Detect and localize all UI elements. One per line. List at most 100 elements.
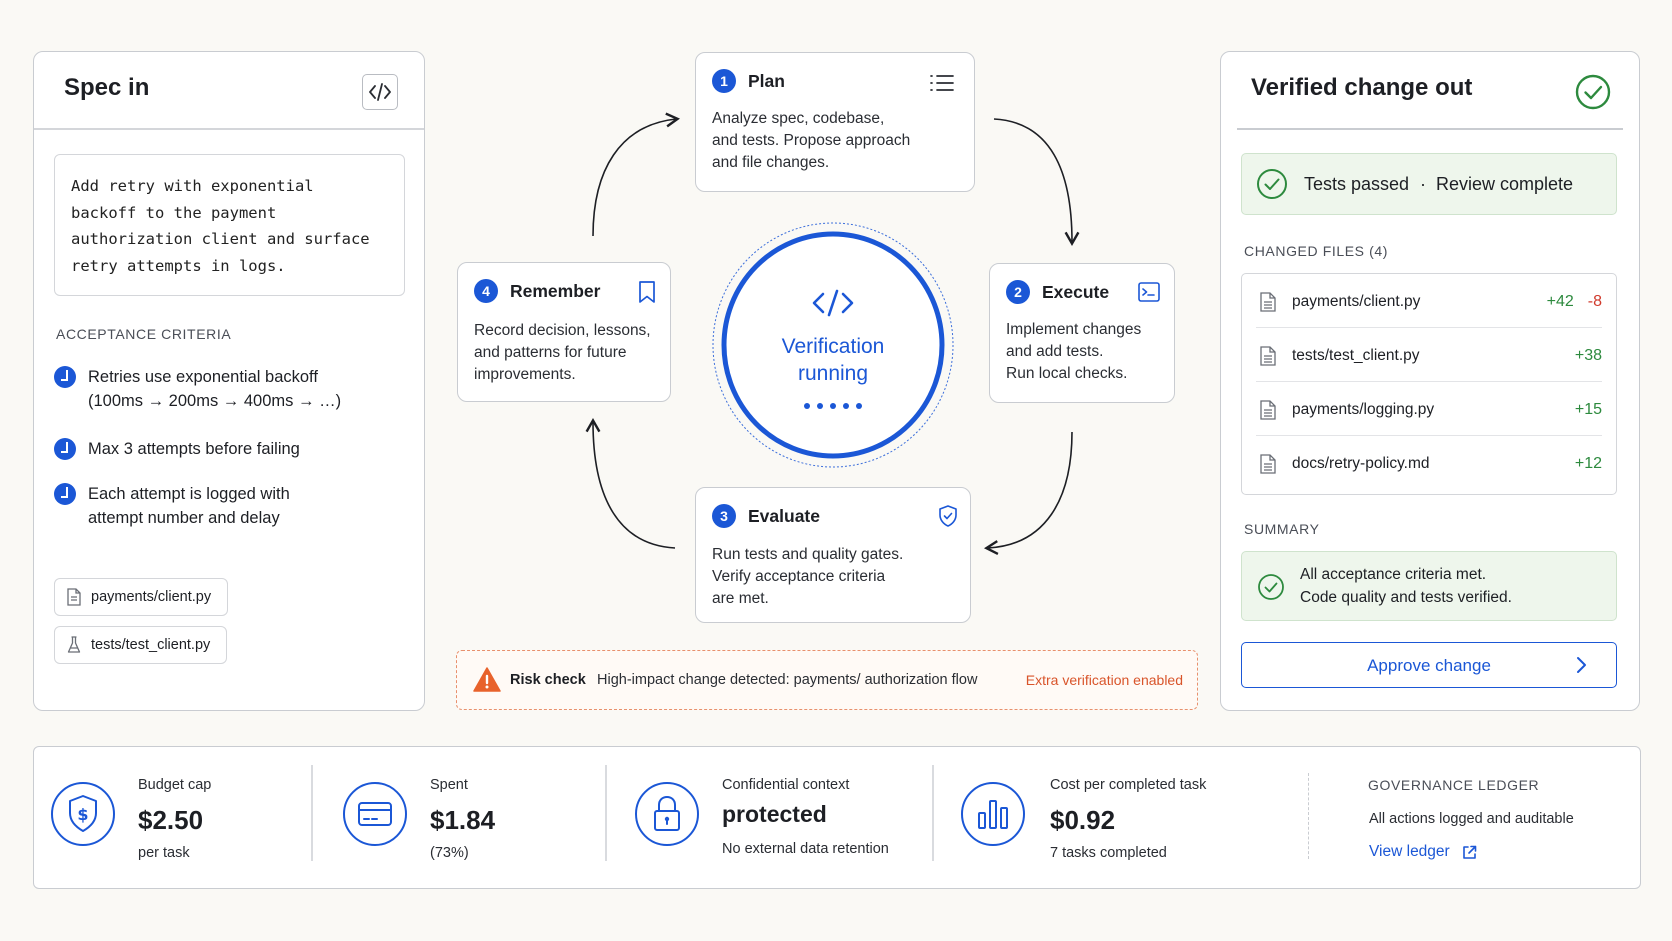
file-row[interactable]: payments/logging.py +15 (1256, 384, 1602, 436)
summary-heading: SUMMARY (1244, 521, 1320, 537)
arrow-remember-to-plan (592, 112, 680, 237)
file-name: payments/client.py (1292, 292, 1421, 310)
svg-text:$: $ (77, 805, 88, 824)
file-icon (1260, 291, 1276, 312)
view-ledger-label: View ledger (1369, 843, 1450, 860)
file-chip-label: tests/test_client.py (91, 637, 211, 653)
arrow-evaluate-to-remember (585, 417, 676, 549)
view-ledger-link[interactable]: View ledger (1369, 843, 1477, 861)
confidential-value: protected (722, 801, 827, 827)
confidential-label: Confidential context (722, 777, 850, 793)
shield-dollar-icon: $ (51, 782, 115, 846)
shield-check-icon (939, 505, 957, 527)
step-number: 3 (712, 504, 736, 528)
file-name: tests/test_client.py (1292, 346, 1420, 364)
cost-sub: 7 tasks completed (1050, 845, 1167, 861)
criterion-item: Max 3 attempts before failing (54, 437, 300, 461)
check-circle-icon (54, 483, 76, 505)
file-name: payments/logging.py (1292, 400, 1435, 418)
list-icon (930, 75, 954, 91)
budget-sub: per task (138, 845, 190, 861)
code-view-button[interactable] (362, 74, 398, 110)
lock-icon (635, 782, 699, 846)
credit-card-icon (343, 782, 407, 846)
step-number: 1 (712, 69, 736, 93)
risk-message: High-impact change detected: payments/ a… (597, 672, 978, 688)
status-review: Review complete (1436, 174, 1574, 194)
step-number: 2 (1006, 280, 1030, 304)
step-title: Remember (510, 280, 601, 301)
step-title: Execute (1042, 281, 1110, 302)
lines-added: +38 (1574, 346, 1602, 364)
spent-sub: (73%) (430, 845, 469, 861)
criterion-item: Each attempt is logged with attempt numbe… (54, 482, 290, 530)
verification-status: Verification running (711, 220, 955, 470)
confidential-sub: No external data retention (722, 841, 889, 857)
loading-dots-icon (804, 403, 862, 409)
criteria-heading: ACCEPTANCE CRITERIA (56, 326, 232, 342)
arrow-plan-to-execute (993, 118, 1080, 247)
step-number: 4 (474, 279, 498, 303)
verified-title: Verified change out (1251, 74, 1473, 101)
file-row[interactable]: payments/client.py +42 -8 (1256, 276, 1602, 328)
file-icon (1260, 454, 1276, 474)
file-chip-label: payments/client.py (91, 589, 212, 605)
file-chip-client[interactable]: payments/client.py (54, 578, 229, 616)
spent-value: $1.84 (430, 805, 496, 835)
check-circle-icon (1257, 169, 1287, 199)
status-separator: · (1420, 174, 1426, 194)
risk-status: Extra verification enabled (1025, 672, 1183, 688)
summary-line-2: Code quality and tests verified. (1300, 589, 1512, 606)
approve-label: Approve change (1367, 656, 1491, 675)
file-icon (1260, 345, 1276, 366)
file-name: docs/retry-policy.md (1292, 455, 1430, 472)
criterion-item: Retries use exponential backoff (100ms → … (54, 365, 341, 413)
spec-code-block: Add retry with exponential backoff to th… (54, 154, 405, 296)
check-circle-icon (1575, 74, 1611, 110)
divider (1308, 773, 1309, 859)
spent-label: Spent (430, 777, 468, 793)
code-icon (812, 289, 854, 317)
lines-added: +12 (1574, 455, 1602, 472)
status-tests: Tests passed (1304, 174, 1410, 194)
spec-panel: Spec in Add retry with exponential backo… (33, 51, 425, 711)
ledger-heading: GOVERNANCE LEDGER (1368, 777, 1540, 793)
budget-label: Budget cap (138, 777, 212, 793)
cost-value: $0.92 (1050, 805, 1116, 835)
bar-chart-icon (961, 782, 1025, 846)
budget-value: $2.50 (138, 805, 204, 835)
spec-title: Spec in (64, 74, 150, 101)
step-card-execute[interactable]: 2 Execute Implement changes and add tests… (989, 263, 1175, 403)
check-circle-icon (54, 438, 76, 460)
divider (1237, 128, 1623, 130)
lines-added: +42 (1546, 292, 1574, 310)
divider (605, 765, 607, 861)
warning-icon (473, 667, 501, 692)
approve-change-button[interactable]: Approve change (1241, 642, 1617, 688)
metrics-bar: $ Budget cap $2.50 per task Spent $1.84 … (33, 746, 1641, 889)
check-circle-icon (54, 366, 76, 388)
chevron-right-icon (1577, 657, 1586, 673)
step-card-remember[interactable]: 4 Remember Record decision, lessons, and … (457, 262, 671, 402)
external-link-icon (1462, 845, 1477, 859)
code-icon (369, 83, 391, 101)
ledger-text: All actions logged and auditable (1369, 811, 1574, 827)
changed-files-list: payments/client.py +42 -8 tests/test_cli… (1241, 273, 1617, 495)
cost-label: Cost per completed task (1050, 777, 1207, 793)
step-card-evaluate[interactable]: 3 Evaluate Run tests and quality gates. V… (695, 487, 971, 623)
divider (932, 765, 934, 861)
risk-label: Risk check (510, 672, 586, 688)
flask-icon (67, 636, 81, 653)
step-title: Evaluate (748, 505, 820, 526)
file-row[interactable]: docs/retry-policy.md +12 (1256, 438, 1602, 490)
step-card-plan[interactable]: 1 Plan Analyze spec, codebase, and tests.… (695, 52, 975, 192)
check-circle-icon (1258, 574, 1284, 600)
summary-box: All acceptance criteria met. Code qualit… (1241, 551, 1617, 621)
lines-removed: -8 (1587, 292, 1602, 310)
status-banner: Tests passed · Review complete (1241, 153, 1617, 215)
file-row[interactable]: tests/test_client.py +38 (1256, 330, 1602, 382)
file-chip-test[interactable]: tests/test_client.py (54, 626, 228, 664)
lines-added: +15 (1574, 400, 1602, 418)
divider (311, 765, 313, 861)
verification-label-1: Verification (781, 335, 885, 358)
